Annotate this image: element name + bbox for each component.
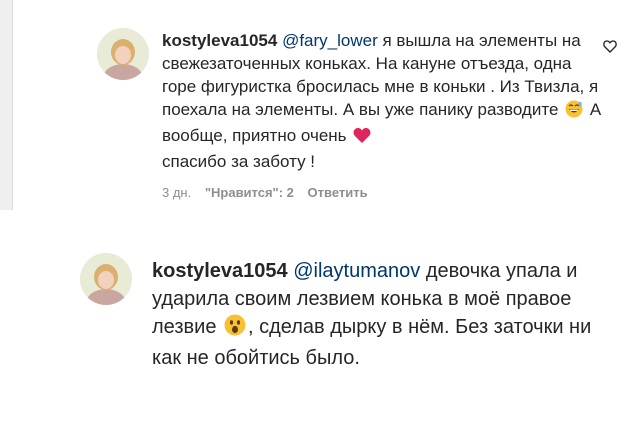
comment-body-end: спасибо за заботу !: [162, 152, 316, 171]
surprised-face-emoji: [224, 314, 246, 344]
comment-meta: 3 дн. "Нравится": 2 Ответить: [162, 185, 378, 200]
comment-time[interactable]: 3 дн.: [162, 185, 191, 200]
avatar[interactable]: [97, 28, 149, 80]
reply-button[interactable]: Ответить: [308, 185, 368, 200]
comment-username[interactable]: kostyleva1054: [152, 260, 288, 282]
comment-mention[interactable]: @ilaytumanov: [293, 260, 420, 282]
comment-mention[interactable]: @fary_lower: [282, 31, 378, 50]
avatar[interactable]: [80, 253, 132, 305]
comment-username[interactable]: kostyleva1054: [162, 31, 277, 50]
comment-text: kostyleva1054 @fary_lower я вышла на эле…: [162, 29, 602, 173]
comment-text: kostyleva1054 @ilaytumanov девочка упала…: [152, 257, 617, 372]
grinning-sweat-emoji: [565, 100, 583, 124]
comment-body-cont: , сделав дырку в нём. Без заточки ни как…: [152, 316, 592, 369]
comment-likes[interactable]: "Нравится": 2: [205, 185, 294, 200]
left-border: [0, 0, 13, 210]
heart-outline-icon[interactable]: [602, 38, 618, 54]
red-heart-emoji: [353, 127, 371, 150]
